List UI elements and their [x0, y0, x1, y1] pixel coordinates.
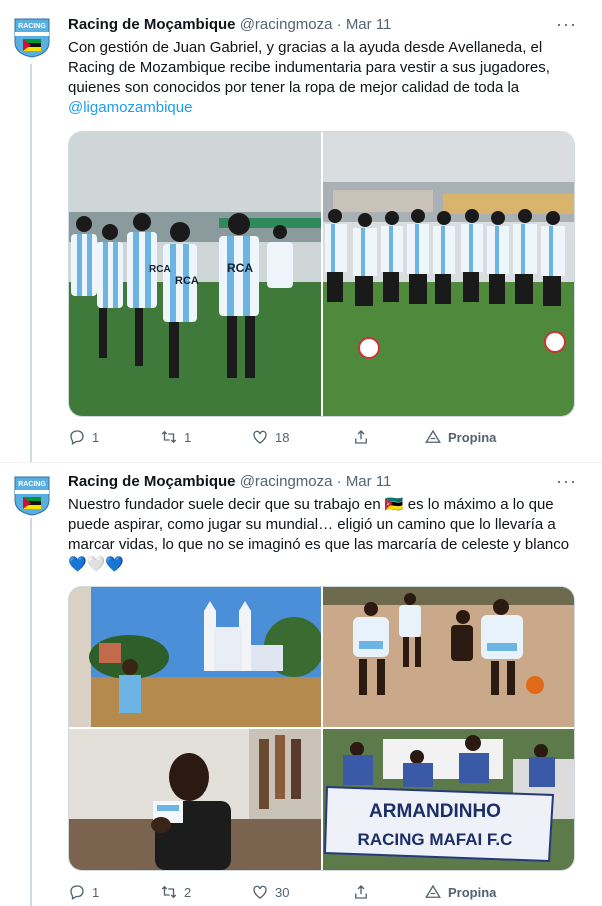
banner-text-top: ARMANDINHO [369, 801, 501, 822]
photo-banner[interactable]: ARMANDINHO RACING MAFAI F.C [323, 729, 574, 870]
like-button[interactable]: 30 [251, 883, 289, 901]
tweet-header: Racing de Moçambique @racingmoza · Mar 1… [68, 473, 392, 490]
more-icon[interactable]: ··· [556, 471, 577, 492]
reply-icon [70, 430, 84, 445]
tweet-1[interactable]: RACING Racing de Moçambique @racingmoza … [0, 0, 602, 462]
like-count: 18 [275, 429, 290, 445]
like-button[interactable]: 18 [251, 428, 289, 446]
tweet-header: Racing de Moçambique @racingmoza · Mar 1… [68, 16, 392, 33]
tip-icon [425, 429, 441, 443]
reply-count: 1 [92, 429, 100, 445]
mention-link[interactable]: @ligamozambique [68, 99, 192, 116]
tweet-text: Nuestro fundador suele decir que su trab… [68, 496, 570, 573]
share-button[interactable] [352, 428, 370, 446]
like-icon [253, 885, 267, 899]
photo-team-left[interactable]: RCA RCA RCA [69, 132, 321, 416]
retweet-icon [161, 885, 177, 899]
reply-button[interactable]: 1 [68, 883, 99, 901]
thread-line [30, 518, 32, 906]
display-name[interactable]: Racing de Moçambique [68, 473, 236, 490]
retweet-count: 2 [184, 884, 192, 900]
media-grid[interactable]: RCA RCA RCA [68, 131, 575, 417]
photo-team-right[interactable] [323, 132, 574, 416]
hearts-emoji: 💙🤍💙 [68, 556, 125, 573]
share-icon [355, 885, 367, 899]
media-grid[interactable]: ARMANDINHO RACING MAFAI F.C [68, 586, 575, 871]
photo-beach-football[interactable] [323, 587, 574, 727]
reply-count: 1 [92, 884, 100, 900]
avatar-label: RACING [18, 481, 46, 488]
tip-label: Propina [448, 429, 497, 445]
reply-icon [70, 885, 84, 900]
svg-text:RCA: RCA [227, 261, 253, 275]
share-button[interactable] [352, 883, 370, 901]
retweet-count: 1 [184, 429, 192, 445]
tip-label: Propina [448, 884, 497, 900]
photo-member-card[interactable] [69, 729, 321, 870]
tip-button[interactable]: Propina [424, 883, 496, 901]
thread-line [30, 64, 32, 462]
timestamp[interactable]: Mar 11 [346, 473, 392, 490]
handle[interactable]: @racingmoza [240, 473, 333, 490]
tweet-actions: 1 1 18 Propina [68, 428, 548, 448]
handle[interactable]: @racingmoza [240, 16, 333, 33]
tip-icon [425, 884, 441, 898]
svg-text:RCA: RCA [149, 264, 171, 275]
like-icon [253, 430, 267, 444]
retweet-icon [161, 430, 177, 444]
more-icon[interactable]: ··· [556, 14, 577, 35]
avatar[interactable]: RACING [14, 18, 50, 58]
timestamp[interactable]: Mar 11 [346, 16, 392, 33]
like-count: 30 [275, 884, 290, 900]
svg-text:RCA: RCA [175, 275, 199, 287]
tweet-2[interactable]: RACING Racing de Moçambique @racingmoza … [0, 463, 602, 906]
retweet-button[interactable]: 1 [160, 428, 191, 446]
tweet-text: Con gestión de Juan Gabriel, y gracias a… [68, 39, 550, 116]
banner-text-bottom: RACING MAFAI F.C [358, 830, 513, 849]
tip-button[interactable]: Propina [424, 428, 496, 446]
tweet-actions: 1 2 30 Propina [68, 883, 548, 903]
avatar[interactable]: RACING [14, 476, 50, 516]
photo-church[interactable] [69, 587, 321, 727]
retweet-button[interactable]: 2 [160, 883, 191, 901]
mozambique-flag-emoji: 🇲🇿 [384, 496, 404, 513]
reply-button[interactable]: 1 [68, 428, 99, 446]
display-name[interactable]: Racing de Moçambique [68, 16, 236, 33]
share-icon [355, 430, 367, 444]
avatar-label: RACING [18, 23, 46, 30]
